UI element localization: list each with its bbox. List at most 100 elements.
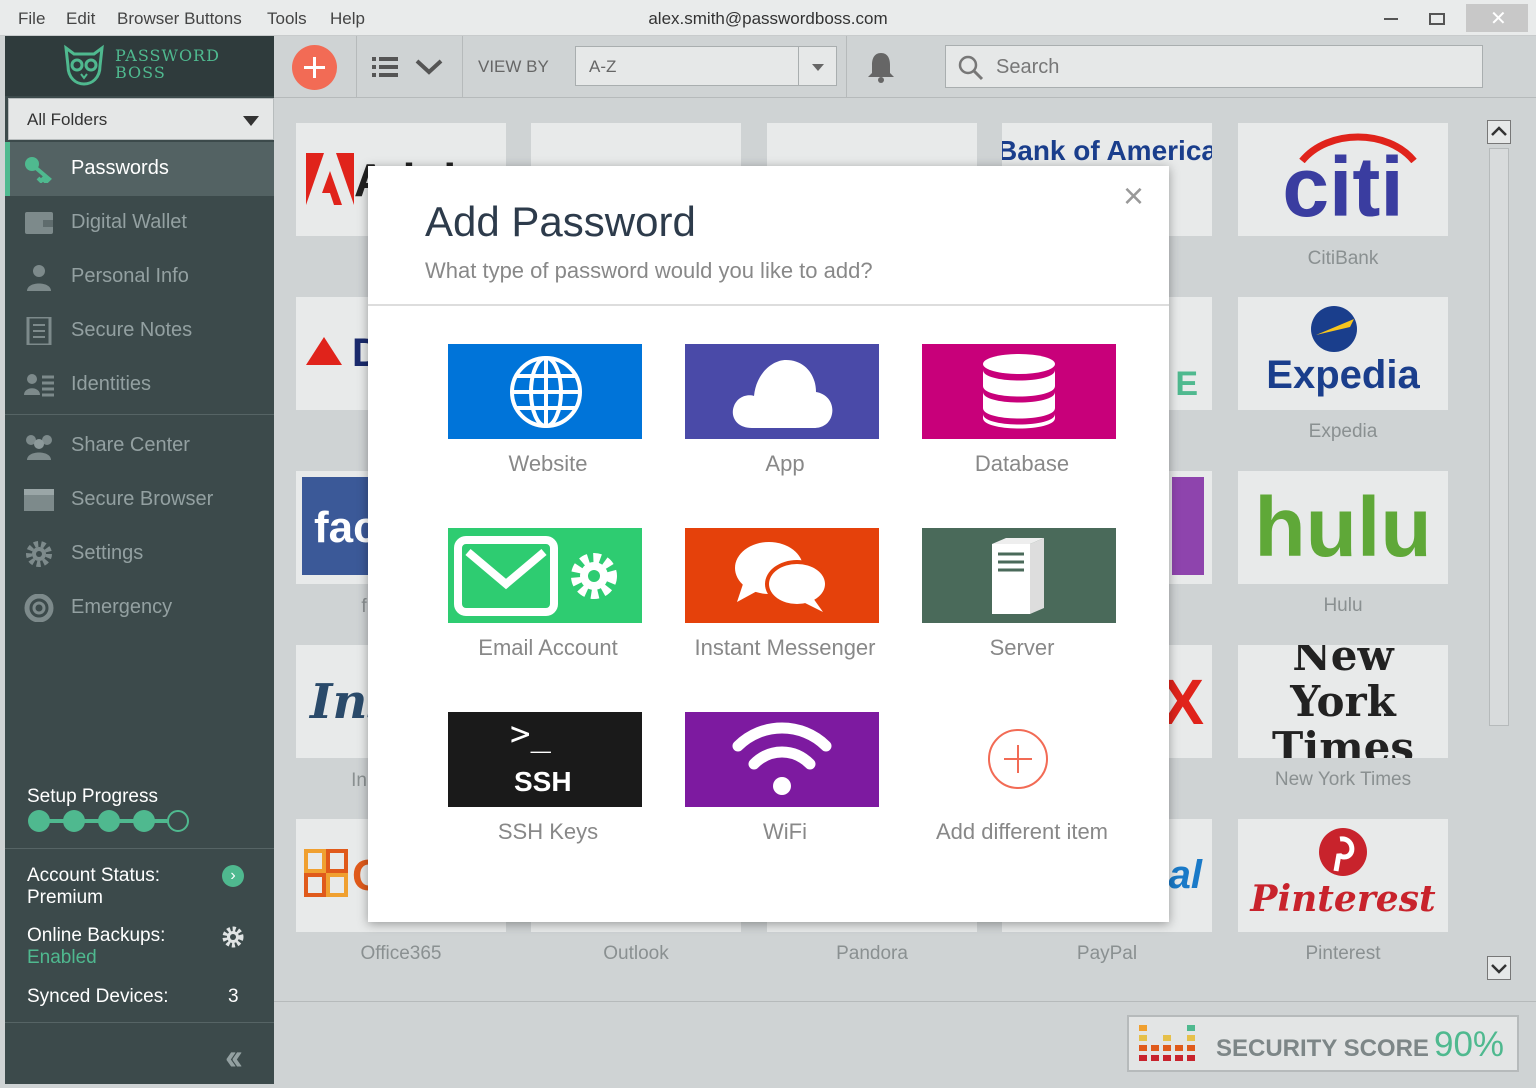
synced-devices-value: 3 [228,986,239,1007]
sort-dropdown[interactable]: A-Z [575,46,837,86]
scroll-up-button[interactable] [1487,120,1511,144]
password-tile[interactable]: Expedia [1238,297,1448,410]
website-option-button[interactable] [448,344,642,439]
sidebar-item-digital-wallet[interactable]: Digital Wallet [5,196,274,250]
ssh-icon-text: SSH [514,766,572,797]
instant-messenger-option-button[interactable] [685,528,879,623]
toolbar-divider [846,36,847,98]
citi-arc-icon [1299,133,1417,163]
delta-logo-icon [306,337,342,365]
sidebar-divider [5,1022,274,1023]
bell-icon[interactable] [866,51,896,83]
password-tile[interactable]: New York Times [1238,645,1448,758]
chat-bubbles-icon [735,542,829,612]
chevron-down-icon [243,116,259,126]
wifi-option-button[interactable] [685,712,879,807]
menu-bar: File Edit Browser Buttons Tools Help ale… [0,0,1536,36]
chevron-down-icon [1491,964,1507,974]
chevron-up-icon [1491,126,1507,136]
wifi-option-label: WiFi [763,819,807,844]
backup-settings-gear-icon[interactable] [221,925,245,949]
brand-logo: PASSWORD BOSS [5,36,274,96]
menu-file[interactable]: File [18,9,45,29]
instant-messenger-option-label: Instant Messenger [694,635,876,660]
database-option-label: Database [974,451,1070,476]
menu-tools[interactable]: Tools [267,9,307,29]
plus-circle-icon[interactable] [988,729,1048,789]
tile-label: CitiBank [1307,248,1379,269]
search-icon [958,55,984,81]
identities-icon [24,374,54,397]
sidebar-item-identities[interactable]: Identities [5,358,274,412]
chevron-down-icon[interactable] [414,58,444,76]
maximize-button[interactable] [1412,4,1464,32]
expedia-globe-icon [1311,306,1357,352]
sidebar-item-label: Settings [71,542,144,564]
folder-dropdown[interactable]: All Folders [8,98,274,140]
menu-edit[interactable]: Edit [66,9,95,29]
ssh-keys-option-button[interactable]: >_ SSH [448,712,642,807]
dropdown-separator [798,47,799,85]
sidebar-item-label: Personal Info [71,265,189,287]
tile-label: New York Times [1274,769,1412,790]
minimize-button[interactable] [1364,4,1416,32]
sidebar-item-settings[interactable]: Settings [5,527,274,581]
security-score-value: 90% [1434,1025,1505,1064]
server-option-label: Server [989,635,1055,660]
folder-dropdown-value: All Folders [27,110,108,129]
scroll-down-button[interactable] [1487,956,1511,980]
browser-icon [24,489,54,511]
toolbar: VIEW BY A-Z [274,36,1536,98]
scroll-thumb[interactable] [1489,148,1509,726]
database-icon [983,354,1055,429]
scrollbar[interactable] [1487,120,1511,986]
sort-dropdown-value: A-Z [589,57,617,76]
sidebar-item-secure-browser[interactable]: Secure Browser [5,473,274,527]
security-score[interactable]: SECURITY SCORE 90% [1127,1015,1519,1072]
email-account-option-button[interactable] [448,528,642,623]
toolbar-divider [462,36,463,98]
search-input[interactable] [996,54,1466,80]
ssh-keys-option-label: SSH Keys [497,819,599,844]
menu-help[interactable]: Help [330,9,365,29]
sidebar-item-share-center[interactable]: Share Center [5,419,274,473]
security-score-label: SECURITY SCORE [1216,1035,1429,1062]
database-option-button[interactable] [922,344,1116,439]
menu-browser-buttons[interactable]: Browser Buttons [117,9,242,29]
brand-line1: PASSWORD [115,46,220,65]
sidebar-item-secure-notes[interactable]: Secure Notes [5,304,274,358]
server-option-button[interactable] [922,528,1116,623]
search-box[interactable] [945,45,1483,88]
collapse-sidebar-icon[interactable]: ‹‹ [225,1036,243,1078]
pinterest-logo-icon [1319,828,1367,876]
password-tile[interactable]: citi [1238,123,1448,236]
sidebar-item-label: Secure Browser [71,488,214,510]
close-window-button[interactable]: ✕ [1466,4,1528,32]
people-icon [26,435,52,460]
server-icon [992,538,1044,614]
email-account-option-label: Email Account [478,635,618,660]
online-backups-value: Enabled [27,947,97,968]
close-icon[interactable]: × [1123,178,1144,214]
app-option-button[interactable] [685,344,879,439]
account-status-value: Premium [27,887,104,908]
password-tile[interactable]: hulu [1238,471,1448,584]
sidebar-item-emergency[interactable]: Emergency [5,581,274,635]
office-logo-icon [304,849,348,897]
sidebar-item-passwords[interactable]: Passwords [5,142,274,196]
brand-line2: BOSS [115,63,166,82]
add-item-button[interactable] [292,45,337,90]
sidebar-item-personal-info[interactable]: Personal Info [5,250,274,304]
tile-color-block [1172,477,1204,575]
equalizer-icon [1139,1025,1195,1061]
brand-name: PASSWORD BOSS [115,47,220,81]
add-different-item-label[interactable]: Add different item [907,816,1137,848]
status-bar: SECURITY SCORE 90% [274,1001,1536,1088]
dialog-divider [368,304,1169,306]
list-view-icon[interactable] [372,56,398,78]
chevron-right-icon[interactable]: › [222,865,244,887]
password-tile[interactable]: Pinterest [1238,819,1448,932]
lifebuoy-icon [24,594,54,622]
setup-progress-label: Setup Progress [27,786,158,807]
tile-label: Hulu [1323,595,1363,616]
